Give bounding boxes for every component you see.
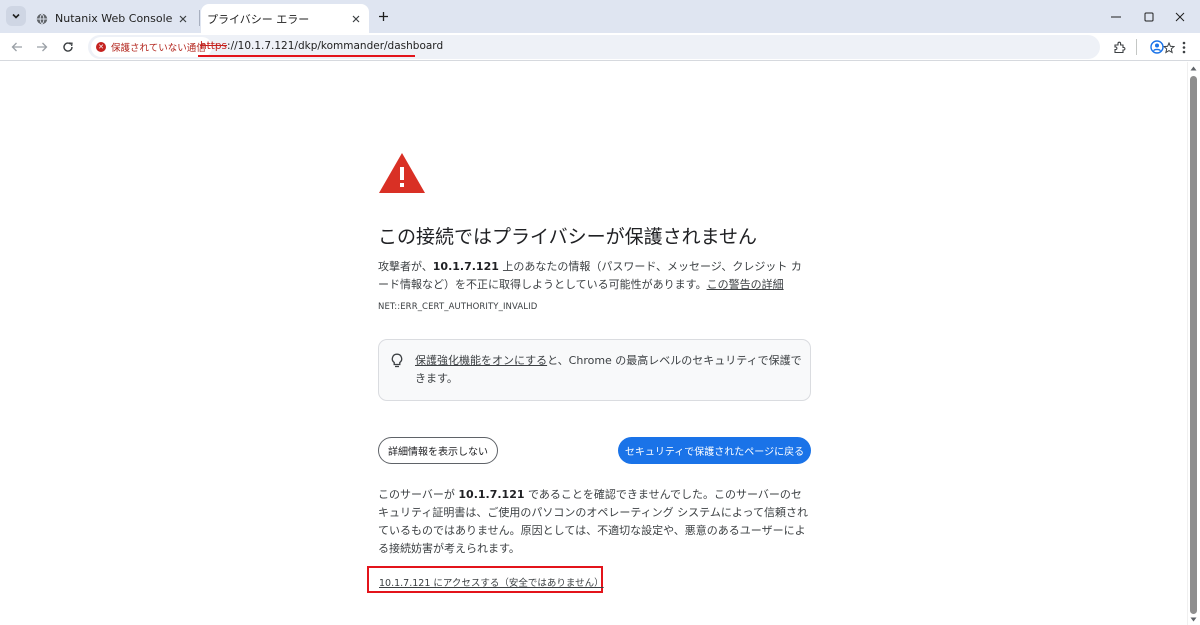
url-path: ://10.1.7.121/dkp/kommander/dashboard: [227, 40, 444, 52]
tab-nutanix-web-console[interactable]: Nutanix Web Console: [30, 4, 196, 33]
main-description: 攻撃者が、10.1.7.121 上のあなたの情報（パスワード、メッセージ、クレジ…: [378, 258, 812, 294]
details-description: このサーバーが 10.1.7.121 であることを確認できませんでした。このサー…: [378, 486, 812, 558]
warning-triangle-icon: [379, 153, 425, 193]
hide-details-button[interactable]: 詳細情報を表示しない: [378, 437, 498, 464]
reload-button[interactable]: [57, 36, 79, 58]
toolbar-divider: [1136, 39, 1137, 55]
new-tab-button[interactable]: [373, 6, 393, 26]
security-chip[interactable]: ✕ 保護されていない通信: [91, 37, 212, 57]
lightbulb-icon: [391, 353, 403, 368]
tab-title: Nutanix Web Console: [55, 12, 173, 25]
extensions-button[interactable]: [1109, 37, 1129, 57]
globe-icon: [36, 13, 48, 24]
back-to-safety-button[interactable]: セキュリティで保護されたページに戻る: [618, 437, 811, 464]
details-host: 10.1.7.121: [458, 488, 525, 501]
learn-more-link[interactable]: この警告の詳細: [707, 278, 784, 291]
back-button[interactable]: [6, 36, 28, 58]
tab-search-button[interactable]: [6, 6, 26, 26]
close-icon: [179, 15, 187, 22]
arrow-left-icon: [11, 42, 22, 52]
desc-text: 攻撃者が、: [378, 260, 433, 273]
error-code: NET::ERR_CERT_AUTHORITY_INVALID: [378, 302, 538, 312]
close-icon: [1175, 12, 1185, 21]
enhanced-protection-box: 保護強化機能をオンにすると、Chrome の最高レベルのセキュリティで保護できま…: [378, 339, 811, 401]
puzzle-icon: [1113, 41, 1125, 53]
close-icon: [352, 15, 360, 22]
forward-button[interactable]: [31, 36, 53, 58]
url-text[interactable]: https://10.1.7.121/dkp/kommander/dashboa…: [200, 40, 443, 52]
tab-close-button[interactable]: [174, 10, 192, 28]
security-chip-label: 保護されていない通信: [111, 43, 206, 54]
url-scheme: https: [200, 40, 228, 52]
proceed-unsafe-link[interactable]: 10.1.7.121 にアクセスする（安全ではありません）: [379, 575, 604, 589]
scrollbar-thumb[interactable]: [1190, 76, 1197, 614]
tab-close-button[interactable]: [347, 10, 365, 28]
page-title: この接続ではプライバシーが保護されません: [378, 226, 758, 248]
reload-icon: [63, 42, 73, 52]
browser-toolbar: ✕ 保護されていない通信 https://10.1.7.121/dkp/komm…: [0, 33, 1200, 61]
details-text: このサーバーが: [378, 488, 459, 501]
arrow-right-icon: [37, 42, 48, 52]
maximize-icon: [1144, 12, 1154, 21]
chevron-down-icon: [12, 13, 20, 19]
tab-separator: [199, 10, 200, 26]
kebab-menu-icon: [1182, 41, 1186, 53]
tab-privacy-error[interactable]: プライバシー エラー: [201, 4, 369, 33]
url-annotation-underline: [198, 55, 415, 57]
enhanced-protection-link[interactable]: 保護強化機能をオンにする: [415, 354, 547, 367]
scroll-down-arrow-icon[interactable]: [1190, 616, 1197, 623]
desc-host: 10.1.7.121: [432, 260, 499, 273]
account-icon: [1150, 40, 1164, 54]
tab-strip: Nutanix Web Console プライバシー エラー: [0, 0, 1200, 33]
enhanced-protection-text: 保護強化機能をオンにすると、Chrome の最高レベルのセキュリティで保護できま…: [415, 352, 805, 388]
minimize-icon: [1111, 16, 1121, 17]
tab-title: プライバシー エラー: [207, 12, 310, 26]
error-icon: ✕: [96, 42, 106, 52]
close-window-button[interactable]: [1160, 0, 1200, 33]
scroll-up-arrow-icon[interactable]: [1190, 65, 1197, 72]
menu-button[interactable]: [1174, 37, 1194, 57]
profile-button[interactable]: [1147, 37, 1167, 57]
plus-icon: [378, 11, 388, 21]
